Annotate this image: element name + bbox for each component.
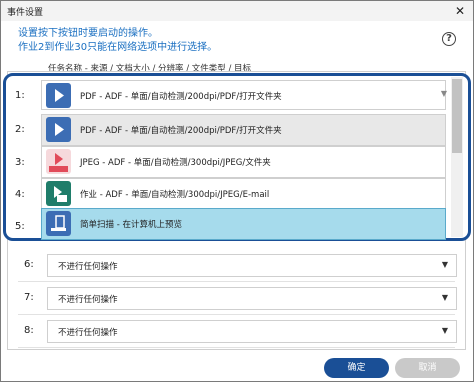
job-select-value: 不进行任何操作	[58, 328, 118, 338]
job-select-1[interactable]: PDF - ADF - 单面/自动检测/200dpi/PDF/打开文件夹 ▼	[41, 80, 447, 110]
job-select-7[interactable]: 不进行任何操作 ▼	[47, 287, 457, 310]
dropdown-option[interactable]: JPEG - ADF - 单面/自动检测/300dpi/JPEG/文件夹	[41, 146, 446, 178]
help-icon[interactable]: ?	[442, 32, 456, 46]
ok-button[interactable]: 确定	[324, 358, 389, 378]
row-number: 7:	[24, 292, 34, 303]
job-row-6: 6: 不进行任何操作 ▼	[18, 248, 457, 282]
cancel-button[interactable]: 取消	[395, 358, 460, 378]
row-number: 5:	[15, 221, 25, 232]
option-label: JPEG - ADF - 单面/自动检测/300dpi/JPEG/文件夹	[80, 158, 271, 168]
job-row-7: 7: 不进行任何操作 ▼	[18, 281, 457, 315]
instruction-line-1: 设置按下按钮时要启动的操作。	[18, 28, 158, 39]
title-bar: 事件设置 ✕	[1, 1, 473, 21]
scrollbar-thumb[interactable]	[452, 79, 462, 153]
dropdown-option-selected[interactable]: 简单扫描 - 在计算机上预览	[41, 208, 446, 240]
email-icon	[46, 181, 71, 206]
jpeg-icon	[46, 149, 71, 174]
row-number: 8:	[24, 325, 34, 336]
job-select-6[interactable]: 不进行任何操作 ▼	[47, 254, 457, 277]
event-settings-dialog: 事件设置 ✕ 设置按下按钮时要启动的操作。 作业2到作业30只能在网络选项中进行…	[0, 0, 474, 382]
chevron-down-icon[interactable]: ▼	[442, 326, 448, 335]
option-label: 简单扫描 - 在计算机上预览	[80, 220, 182, 230]
dropdown-option[interactable]: 作业 - ADF - 单面/自动检测/300dpi/JPEG/E-mail	[41, 178, 446, 210]
dropdown-scrollbar[interactable]	[451, 77, 463, 237]
chevron-down-icon[interactable]: ▼	[442, 293, 448, 302]
row-number: 2:	[15, 124, 25, 135]
row-number: 6:	[24, 259, 34, 270]
option-label: 作业 - ADF - 单面/自动检测/300dpi/JPEG/E-mail	[80, 190, 270, 200]
option-label: PDF - ADF - 单面/自动检测/200dpi/PDF/打开文件夹	[80, 126, 282, 136]
job-select-value: 不进行任何操作	[58, 262, 118, 272]
instructions: 设置按下按钮时要启动的操作。 作业2到作业30只能在网络选项中进行选择。	[18, 27, 217, 55]
window-title: 事件设置	[7, 8, 44, 18]
dropdown-option[interactable]: PDF - ADF - 单面/自动检测/200dpi/PDF/打开文件夹	[41, 114, 446, 146]
close-icon[interactable]: ✕	[455, 4, 465, 18]
row-number: 4:	[15, 189, 25, 200]
job-select-value: PDF - ADF - 单面/自动检测/200dpi/PDF/打开文件夹	[80, 92, 282, 102]
job-row-8: 8: 不进行任何操作 ▼	[18, 314, 457, 348]
job-select-8[interactable]: 不进行任何操作 ▼	[47, 320, 457, 343]
pdf-folder-icon	[46, 117, 71, 142]
chevron-down-icon[interactable]: ▼	[442, 260, 448, 269]
row-number: 3:	[15, 157, 25, 168]
job-select-value: 不进行任何操作	[58, 295, 118, 305]
pdf-folder-icon	[46, 83, 71, 108]
scan-preview-icon	[46, 211, 71, 236]
chevron-down-icon[interactable]: ▼	[441, 89, 447, 98]
instruction-line-2: 作业2到作业30只能在网络选项中进行选择。	[18, 42, 218, 53]
row-number: 1:	[15, 90, 25, 101]
